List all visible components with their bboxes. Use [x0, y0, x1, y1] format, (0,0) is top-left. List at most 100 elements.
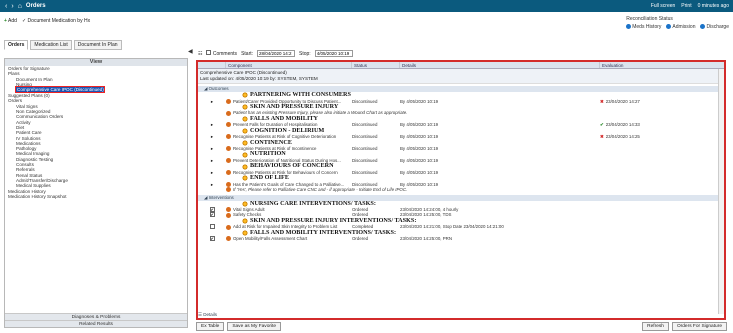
row-marker[interactable]: ▸ — [198, 134, 226, 139]
collapse-handle-icon[interactable]: ◀ — [188, 48, 193, 55]
view-panel-footer-item[interactable]: Diagnoses & Problems — [5, 313, 187, 320]
home-icon[interactable]: ⌂ — [18, 3, 22, 10]
pass-check-icon: ✔ — [600, 122, 604, 128]
details-cell: By 4/05/2020 10:19 — [400, 169, 439, 175]
orders-toolbar: + Add ✓ Document Medication by Hx Reconc… — [0, 12, 733, 40]
column-evaluation[interactable]: Evaluation — [600, 62, 722, 68]
row-marker[interactable]: ✔ — [198, 212, 226, 218]
order-icon — [226, 146, 231, 152]
row-marker[interactable]: ✔ — [198, 236, 226, 242]
details-cell: By 4/05/2020 10:19 — [400, 122, 439, 128]
stop-label: Stop: — [299, 50, 311, 57]
document-medication-button[interactable]: ✓ Document Medication by Hx — [22, 18, 90, 24]
orders-for-signature-button[interactable]: Orders For Signature — [671, 322, 727, 331]
row-marker[interactable]: ▸ — [198, 170, 226, 175]
status-cell: Discontinued — [352, 157, 378, 163]
order-icon — [226, 170, 231, 176]
order-icon — [226, 98, 231, 104]
row-marker[interactable] — [198, 223, 226, 230]
sun-icon — [242, 116, 248, 123]
note-cell: If 'Yes', Please refer to Palliative Car… — [226, 187, 408, 193]
header-filler — [198, 62, 226, 68]
reconciliation-status: Reconciliation Status Meds History Admiss… — [626, 16, 729, 30]
reconciliation-item: Discharge — [700, 24, 729, 30]
title-bar: ‹ › ⌂ Orders Full screen Print 0 minutes… — [0, 0, 733, 12]
evaluation-cell: ✖ 23/04/2020 14:25 — [600, 134, 690, 139]
row-marker[interactable]: ▸ — [198, 122, 226, 127]
order-icon — [226, 212, 231, 218]
comments-checkbox[interactable]: Comments — [206, 50, 237, 57]
note-icon — [226, 187, 231, 193]
component-text: Open Mobility/Falls Assessment Chart — [233, 236, 308, 242]
stop-date-input[interactable] — [314, 50, 353, 57]
selected-view-item[interactable]: Comprehensive Care IPOC (Discontinued) — [15, 86, 105, 94]
details-cell: By 4/05/2020 10:19 — [400, 98, 439, 104]
add-button[interactable]: + Add — [4, 18, 17, 24]
sun-icon — [242, 104, 248, 111]
row-checkbox[interactable] — [209, 223, 215, 229]
filter-bar: ☷ Comments Start: Stop: — [198, 50, 353, 57]
status-cell: Discontinued — [352, 146, 378, 152]
evaluation-cell: ✔ 23/04/2020 14:33 — [600, 122, 690, 127]
column-details[interactable]: Details — [400, 62, 600, 68]
details-cell: By 4/05/2020 10:19 — [400, 146, 439, 152]
note-text: If 'Yes', Please refer to Palliative Car… — [233, 187, 408, 193]
row-checkbox[interactable]: ✔ — [209, 207, 215, 213]
sun-icon — [242, 229, 248, 236]
details-cell: By 4/05/2020 10:19 — [400, 157, 439, 163]
tab-medication-list[interactable]: Medication List — [30, 40, 72, 50]
details-cell: 23/04/2020 14:25:00, TDS — [400, 212, 452, 218]
filter-icon[interactable]: ☷ — [198, 51, 202, 57]
order-row[interactable]: ✔ Open Mobility/Falls Assessment Chart Ord… — [198, 236, 724, 242]
view-panel-footer-item[interactable]: Related Results — [5, 320, 187, 327]
evaluation-text: 23/04/2020 14:25 — [605, 134, 640, 140]
details-cell: By 4/05/2020 10:19 — [400, 134, 439, 140]
bottom-right-buttons: Refresh Orders For Signature — [642, 322, 727, 331]
bottom-left-buttons: Ex Table Save as My Favorite — [196, 322, 282, 331]
full-screen-button[interactable]: Full screen — [651, 3, 675, 9]
details-cell: By 4/05/2020 10:19 — [400, 181, 439, 187]
plan-updated: Last updated on: 4/05/2020 10:19 by: SYS… — [200, 76, 318, 81]
column-component[interactable]: Component — [226, 62, 352, 68]
view-item[interactable]: Medication History Snapshot — [5, 194, 187, 199]
sun-icon — [242, 218, 248, 225]
view-panel: View Orders for Signature Plans Document I… — [4, 58, 188, 328]
order-icon — [226, 134, 231, 140]
view-panel-header: View — [5, 59, 187, 66]
tab-strip: Orders Medication List Document In Plan — [4, 40, 122, 50]
row-marker[interactable]: ▸ — [198, 146, 226, 151]
row-checkbox[interactable]: ✔ — [209, 212, 215, 218]
orders-table-button[interactable]: Ex Table — [196, 322, 225, 331]
tab-orders[interactable]: Orders — [4, 40, 29, 50]
component-cell: Recognise Patients at Risk for Behaviour… — [226, 170, 352, 176]
column-status[interactable]: Status — [352, 62, 400, 68]
last-update-label: 0 minutes ago — [697, 3, 729, 9]
note-icon — [226, 110, 231, 116]
tab-document-in-plan[interactable]: Document In Plan — [73, 40, 122, 50]
start-date-input[interactable] — [257, 50, 296, 57]
sun-icon — [242, 175, 248, 182]
status-cell: Discontinued — [352, 98, 378, 104]
table-header: Component Status Details Evaluation — [198, 62, 724, 69]
row-marker[interactable]: ▸ — [198, 182, 226, 187]
refresh-button[interactable]: Refresh — [642, 322, 669, 331]
back-arrow-icon[interactable]: ‹ — [5, 3, 7, 10]
row-marker[interactable]: ▸ — [198, 99, 226, 104]
fail-x-icon: ✖ — [600, 134, 604, 140]
row-checkbox[interactable]: ✔ — [209, 236, 215, 242]
nav-controls: ‹ › ⌂ — [0, 3, 22, 10]
sun-icon — [242, 200, 248, 207]
orders-main-panel: Component Status Details Evaluation Comp… — [196, 60, 726, 320]
sun-icon — [242, 163, 248, 170]
details-cell: 23/04/2020 14:25:00, PRN — [400, 236, 452, 242]
save-favorite-button[interactable]: Save as My Favorite — [227, 322, 282, 331]
start-label: Start: — [241, 50, 254, 57]
component-cell: Recognise Patients at Risk of Incontinen… — [226, 146, 352, 152]
row-marker[interactable]: ▸ — [198, 158, 226, 163]
print-button[interactable]: Print — [681, 3, 691, 9]
vertical-scrollbar[interactable] — [718, 69, 724, 314]
view-item-row: Medication History Snapshot — [5, 194, 187, 199]
forward-arrow-icon[interactable]: › — [11, 3, 13, 10]
view-panel-footer: Diagnoses & Problems Related Results — [5, 313, 187, 327]
details-outlet[interactable]: ☰ Details — [198, 312, 217, 318]
